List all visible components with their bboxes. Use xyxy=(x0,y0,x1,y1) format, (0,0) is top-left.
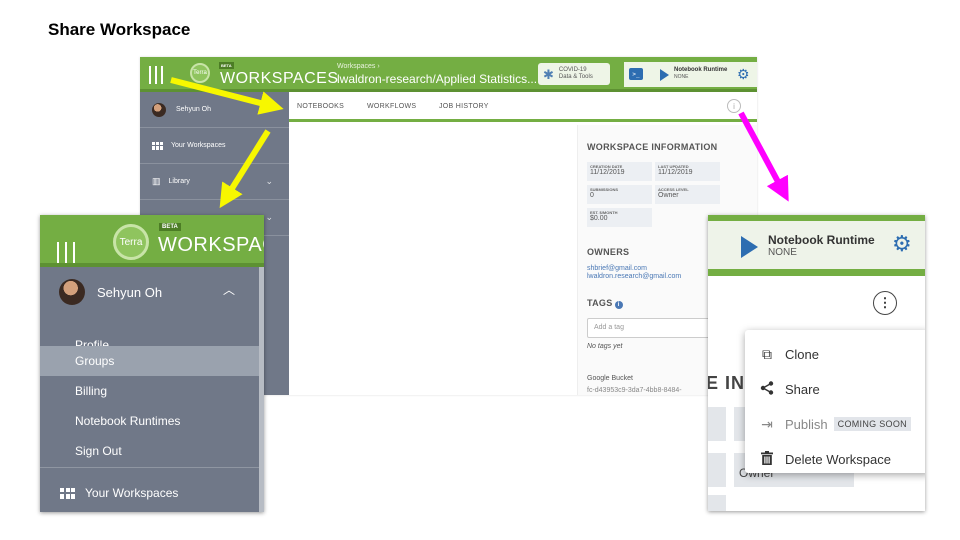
runtime-widget: Notebook Runtime NONE ⚙ xyxy=(708,221,925,269)
user-menu-toggle[interactable]: Sehyun Oh ︿ xyxy=(40,267,264,317)
beta-badge: BETA xyxy=(159,223,181,231)
covid-data-tools-button[interactable]: ✱ COVID-19 Data & Tools xyxy=(538,63,610,85)
clone-icon: ⧉ xyxy=(762,345,772,362)
main-content xyxy=(289,122,577,395)
avatar xyxy=(152,102,166,117)
tag-input[interactable]: Add a tag xyxy=(587,318,717,338)
chevron-down-icon: ⌄ xyxy=(265,104,273,114)
tags-heading: TAGS i xyxy=(587,298,623,309)
chevron-down-icon: ⌄ xyxy=(265,176,273,186)
menu-item-groups[interactable]: Groups xyxy=(40,346,264,376)
menu-item-delete-workspace[interactable]: Delete Workspace xyxy=(759,449,891,469)
runtime-widget: >_ Notebook Runtime NONE ⚙ xyxy=(624,62,757,87)
top-bar: Terra BETA WORKSPACES Workspaces › lwald… xyxy=(140,57,757,92)
breadcrumb-parent[interactable]: Workspaces › xyxy=(337,63,380,70)
info-cell-submissions: SUBMISSIONS 0 xyxy=(587,185,652,204)
sidebar-user-name: Sehyun Oh xyxy=(176,106,212,113)
app-name[interactable]: WORKSPACES xyxy=(158,234,264,257)
sidebar-item-label: Your Workspaces xyxy=(171,142,226,149)
menu-item-notebook-runtimes[interactable]: Notebook Runtimes xyxy=(40,406,264,436)
avatar xyxy=(59,279,85,305)
info-cell-value: 11/12/2019 xyxy=(658,169,693,176)
runtime-label: Notebook Runtime xyxy=(674,67,728,73)
info-cell-est-cost: EST. $/MONTH $0.00 xyxy=(587,208,652,227)
workspace-menu-zoom-panel: Notebook Runtime NONE ⚙ ⋮ E INF Owner ⧉ … xyxy=(708,215,925,511)
no-tags-text: No tags yet xyxy=(587,343,623,350)
bucket-id[interactable]: fc-d43953c9-3da7-4bb8-8484- xyxy=(587,387,682,394)
owner-email[interactable]: lwaldron.research@gmail.com xyxy=(587,273,681,280)
menu-item-sign-out[interactable]: Sign Out xyxy=(40,436,264,466)
tags-heading-label: TAGS xyxy=(587,298,613,308)
tab-notebooks[interactable]: NOTEBOOKS xyxy=(297,103,344,110)
menu-item-billing[interactable]: Billing xyxy=(40,376,264,406)
slide-title: Share Workspace xyxy=(48,20,191,39)
info-cell-value: Owner xyxy=(658,192,679,199)
bucket-heading: Google Bucket xyxy=(587,375,633,382)
info-cell-creation-date: CREATION DATE 11/12/2019 xyxy=(587,162,652,181)
runtime-status: NONE xyxy=(674,74,689,80)
sidebar-item-your-workspaces[interactable]: Your Workspaces xyxy=(140,128,289,164)
play-icon[interactable] xyxy=(660,69,669,81)
menu-item-label: Delete Workspace xyxy=(785,451,891,467)
terra-logo[interactable]: Terra xyxy=(113,224,149,260)
info-icon[interactable]: i xyxy=(727,99,741,113)
chevron-up-icon: ︿ xyxy=(223,283,236,297)
virus-icon: ✱ xyxy=(543,66,554,82)
chevron-down-icon: ⌄ xyxy=(265,212,273,222)
sidebar-item-library[interactable]: ▥ Library ⌄ xyxy=(140,164,289,200)
sidebar-item-label: Library xyxy=(168,178,190,185)
info-cell-value: 11/12/2019 xyxy=(590,169,625,176)
sidebar-item-your-workspaces[interactable]: Your Workspaces xyxy=(40,479,264,507)
covid-label: COVID-19 xyxy=(558,67,587,74)
info-cell-value: 0 xyxy=(590,192,594,199)
workspace-actions-menu: ⧉ Clone Share ⇥ Publish COMING SOON Dele… xyxy=(745,330,925,473)
sidebar-zoom-panel: Terra BETA WORKSPACES Sehyun Oh ︿ Profil… xyxy=(40,215,264,512)
covid-sublabel: Data & Tools xyxy=(558,74,593,80)
coming-soon-badge: COMING SOON xyxy=(833,417,911,431)
owners-heading: OWNERS xyxy=(587,247,630,257)
user-name: Sehyun Oh xyxy=(97,284,163,300)
menu-item-label: Publish xyxy=(785,416,828,432)
hamburger-menu-icon[interactable] xyxy=(149,66,165,84)
tab-workflows[interactable]: WORKFLOWS xyxy=(367,103,416,110)
menu-item-publish: ⇥ Publish COMING SOON xyxy=(759,414,911,434)
owner-email[interactable]: shbrief@gmail.com xyxy=(587,265,647,272)
grid-icon xyxy=(152,141,163,150)
info-icon[interactable]: i xyxy=(614,301,623,309)
app-name[interactable]: WORKSPACES xyxy=(220,70,339,88)
workspace-info-heading: WORKSPACE INFORMATION xyxy=(587,142,718,152)
menu-header: Terra BETA WORKSPACES xyxy=(40,215,264,266)
play-icon[interactable] xyxy=(741,236,758,258)
menu-item-clone[interactable]: ⧉ Clone xyxy=(759,344,819,364)
publish-icon: ⇥ xyxy=(761,415,773,432)
more-options-icon[interactable]: ⋮ xyxy=(873,291,897,315)
tab-bar: NOTEBOOKS WORKFLOWS JOB HISTORY xyxy=(289,92,757,122)
beta-badge: BETA xyxy=(219,62,234,69)
gear-icon[interactable]: ⚙ xyxy=(892,233,912,255)
menu-item-label: Share xyxy=(785,381,820,397)
trash-icon xyxy=(759,450,775,468)
tab-job-history[interactable]: JOB HISTORY xyxy=(439,103,489,110)
info-cell-value: $0.00 xyxy=(590,215,608,222)
sidebar-item-label: Your Workspaces xyxy=(85,486,179,500)
scrollbar[interactable] xyxy=(259,267,264,512)
runtime-label: Notebook Runtime xyxy=(768,233,875,247)
breadcrumb-workspace: lwaldron-research/Applied Statistics... xyxy=(337,72,538,86)
share-icon xyxy=(759,380,775,398)
grid-icon xyxy=(60,487,75,499)
menu-item-label: Clone xyxy=(785,346,819,362)
info-cell-last-updated: LAST UPDATED 11/12/2019 xyxy=(655,162,720,181)
info-cell-access-level: ACCESS LEVEL Owner xyxy=(655,185,720,204)
terminal-icon[interactable]: >_ xyxy=(629,68,643,80)
runtime-status: NONE xyxy=(768,247,797,258)
gear-icon[interactable]: ⚙ xyxy=(737,66,750,83)
library-icon: ▥ xyxy=(152,176,161,186)
sidebar-user[interactable]: Sehyun Oh ⌄ xyxy=(140,92,289,128)
terra-logo[interactable]: Terra xyxy=(190,63,210,83)
menu-item-share[interactable]: Share xyxy=(759,379,820,399)
